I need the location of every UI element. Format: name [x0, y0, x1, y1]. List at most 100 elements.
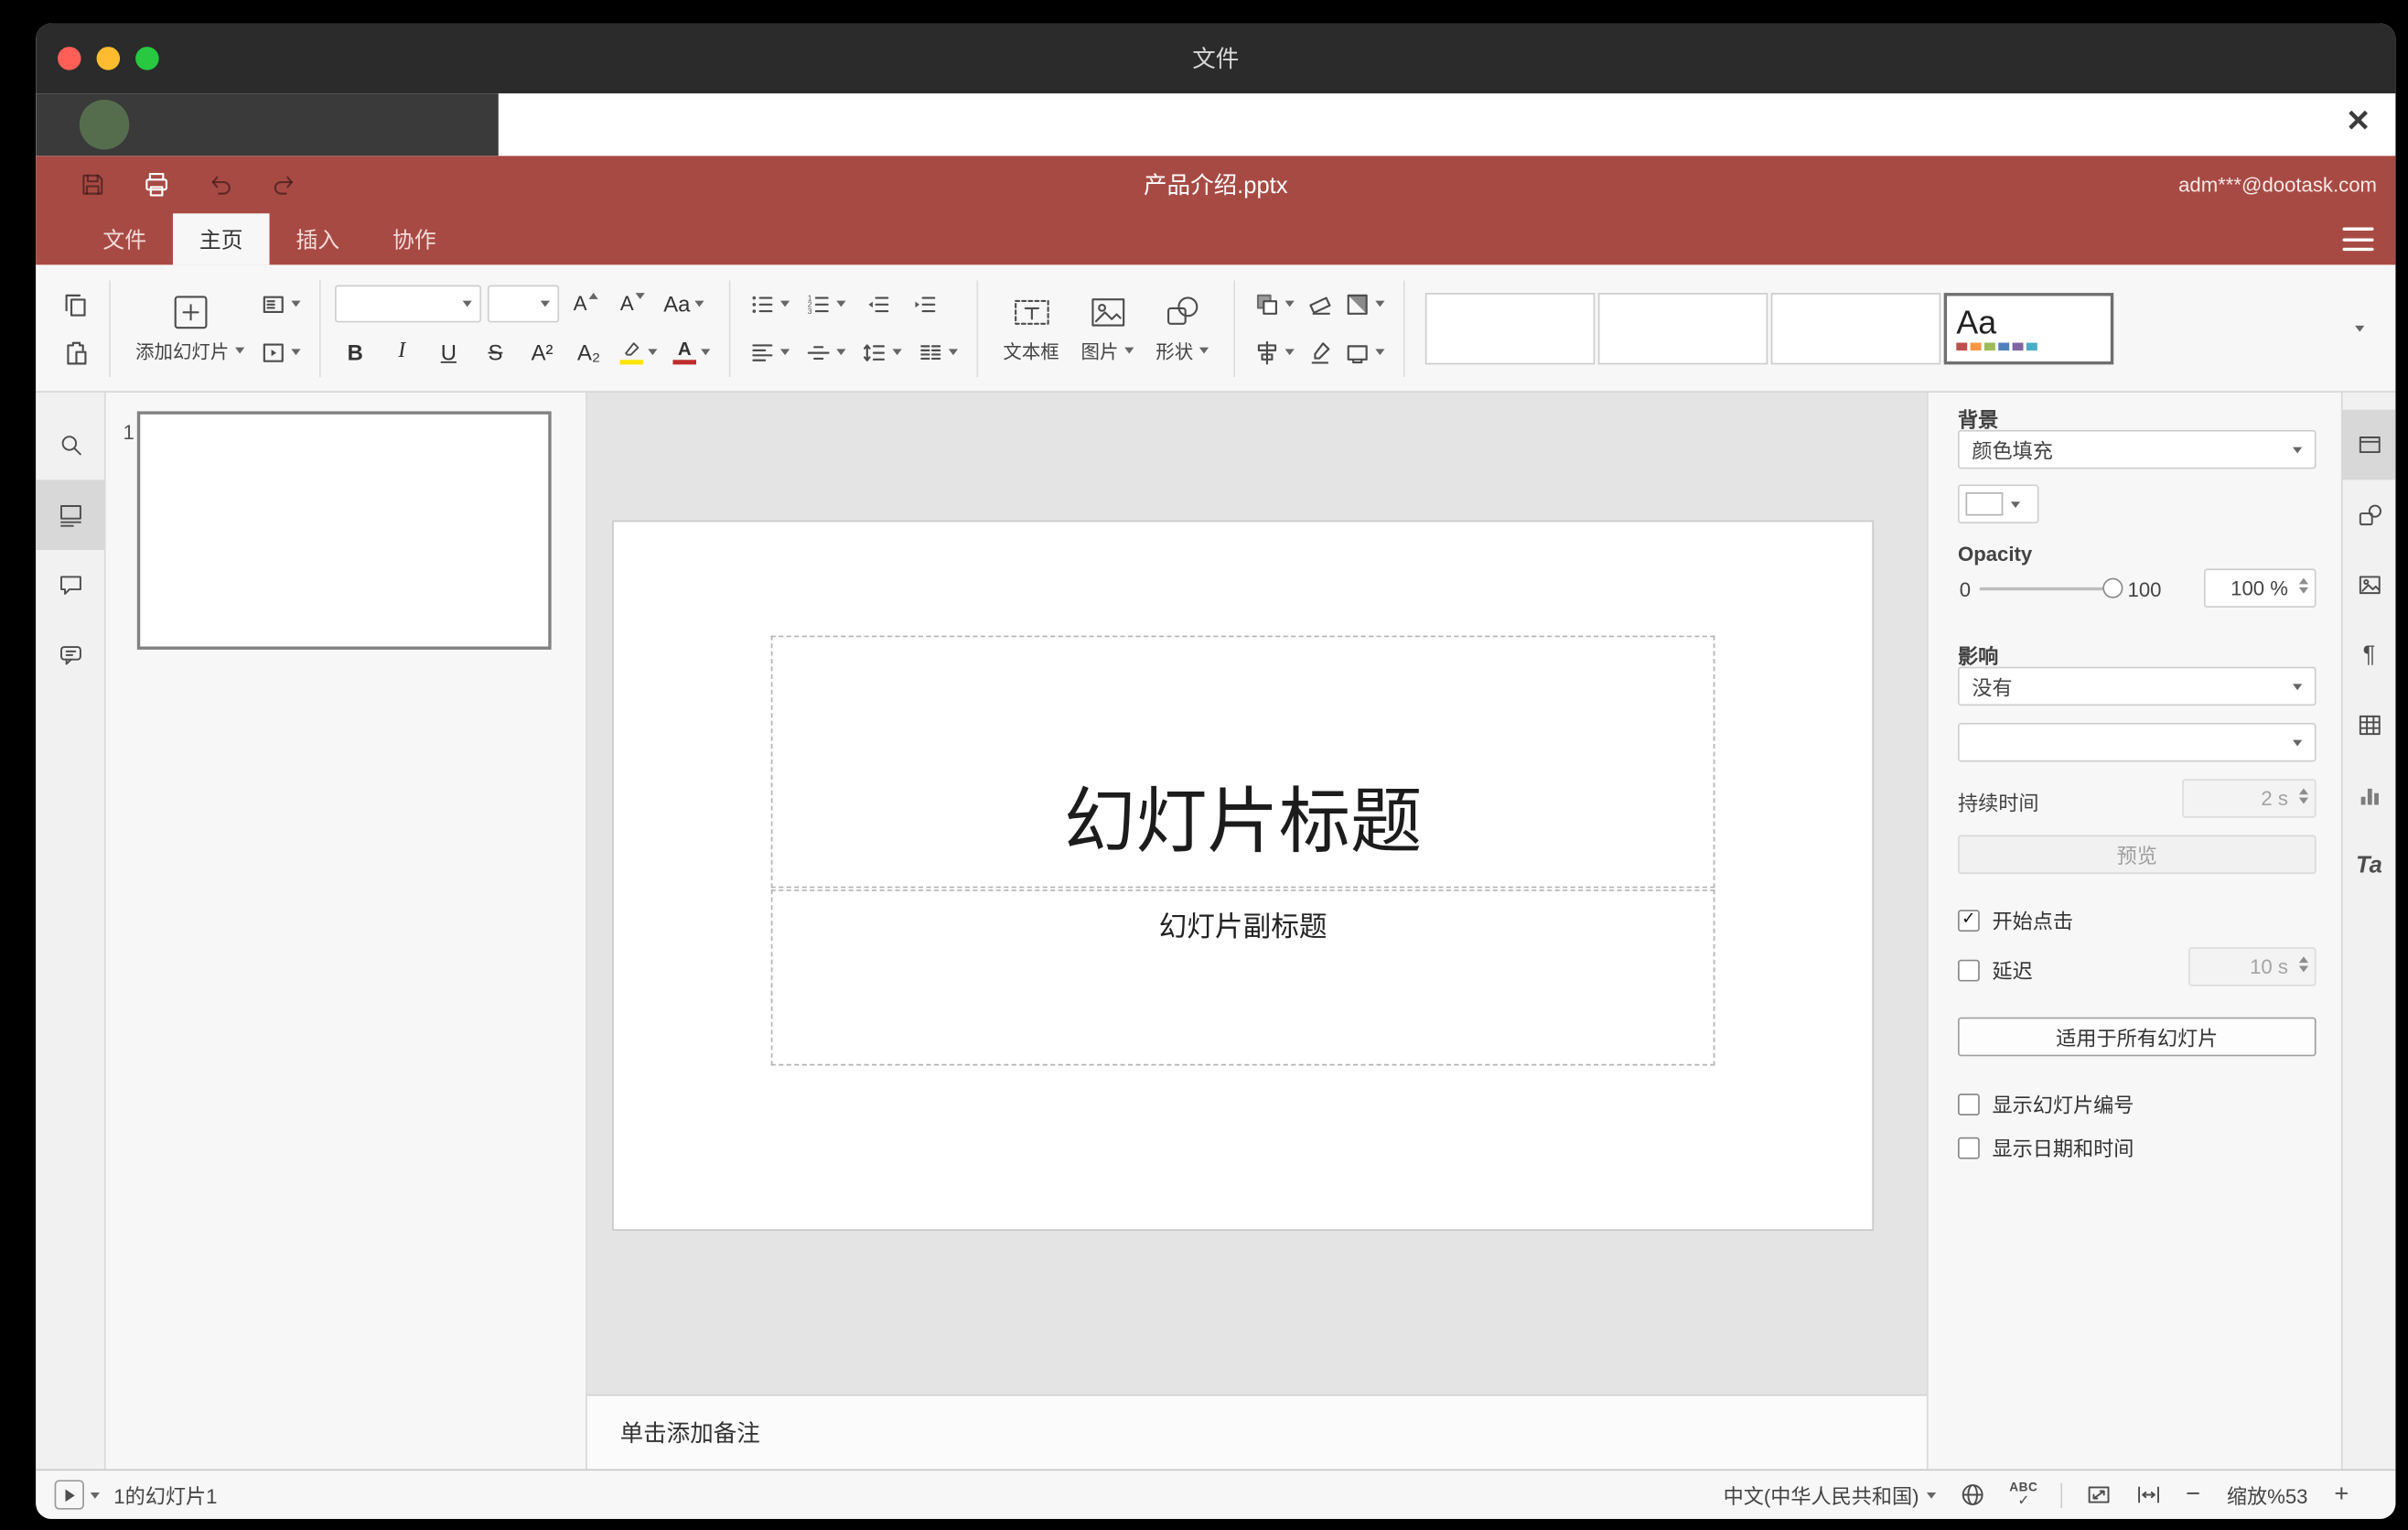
change-slide-layout-button[interactable]	[255, 284, 305, 324]
spellcheck-button[interactable]: ABC ✓	[2009, 1481, 2037, 1508]
chart-settings-button[interactable]	[2343, 760, 2396, 831]
highlight-color-button[interactable]	[615, 332, 661, 372]
close-window-button[interactable]	[57, 47, 81, 70]
table-settings-button[interactable]	[2343, 690, 2396, 760]
chat-button[interactable]	[36, 620, 104, 691]
undo-button[interactable]	[201, 166, 239, 203]
decrease-font-size-button[interactable]: A	[612, 284, 652, 324]
spinner-arrows-icon[interactable]	[2298, 956, 2309, 973]
preview-button[interactable]: 预览	[1957, 835, 2317, 875]
font-size-select[interactable]	[487, 285, 560, 323]
opacity-slider[interactable]	[1979, 587, 2117, 591]
theme-tile[interactable]	[1597, 292, 1768, 364]
insert-textbox-button[interactable]: 文本框	[992, 276, 1070, 379]
show-slide-number-checkbox[interactable]: 显示幻灯片编号	[1957, 1089, 2134, 1118]
minimize-window-button[interactable]	[96, 47, 121, 70]
fit-width-icon	[2138, 1486, 2160, 1503]
slide-settings-button[interactable]	[2342, 409, 2396, 480]
spinner-arrows-icon[interactable]	[2298, 788, 2309, 804]
subscript-button[interactable]: A₂	[568, 332, 608, 372]
numbering-button[interactable]: 123	[801, 284, 850, 324]
tab-insert[interactable]: 插入	[270, 213, 367, 264]
opacity-slider-knob[interactable]	[2102, 577, 2123, 598]
increase-font-size-button[interactable]: A	[565, 284, 606, 324]
copy-style-button[interactable]	[1299, 332, 1339, 372]
tab-collaboration[interactable]: 协作	[366, 213, 463, 264]
theme-tile[interactable]	[1424, 292, 1596, 364]
start-slideshow-button[interactable]	[255, 332, 305, 372]
hamburger-menu-icon[interactable]	[2342, 227, 2374, 252]
zoom-in-button[interactable]: +	[2334, 1481, 2349, 1509]
comments-button[interactable]	[36, 550, 104, 620]
redo-button[interactable]	[264, 166, 302, 203]
align-shape-button[interactable]	[1249, 332, 1298, 372]
superscript-button[interactable]: A²	[521, 332, 562, 372]
horizontal-align-button[interactable]	[745, 332, 794, 372]
delay-checkbox[interactable]: 延迟	[1957, 955, 2033, 985]
strikethrough-button[interactable]: S	[475, 332, 515, 372]
insert-columns-button[interactable]	[913, 332, 962, 372]
insert-image-button[interactable]: 图片	[1070, 276, 1145, 379]
insert-shape-button[interactable]: 形状	[1145, 276, 1220, 379]
bullets-button[interactable]	[745, 284, 794, 324]
theme-tile[interactable]	[1770, 292, 1941, 364]
bold-button[interactable]: B	[335, 332, 375, 372]
fit-to-slide-button[interactable]	[2086, 1482, 2112, 1508]
background-color-picker[interactable]	[1957, 484, 2039, 524]
right-icon-sidebar: ¶ Ta	[2340, 393, 2396, 1470]
color-scheme-button[interactable]	[1339, 284, 1389, 324]
chevron-down-icon	[1285, 300, 1295, 307]
change-case-button[interactable]: Aa	[659, 284, 709, 324]
search-button[interactable]	[36, 410, 104, 480]
slide-settings-panel: 背景 颜色填充 Opacity 0 100 100 % 影响 没有 持续时间 2…	[1926, 393, 2341, 1470]
italic-button[interactable]: I	[382, 332, 422, 372]
font-name-select[interactable]	[335, 285, 482, 323]
zoom-out-button[interactable]: −	[2186, 1481, 2200, 1509]
close-icon[interactable]: ✕	[2346, 104, 2370, 142]
slide-thumbnail[interactable]	[136, 411, 552, 650]
add-slide-button[interactable]: 添加幻灯片	[124, 276, 255, 379]
vertical-align-button[interactable]	[801, 332, 850, 372]
document-language-button[interactable]: 中文(中华人民共和国)	[1724, 1480, 1937, 1509]
font-color-button[interactable]: A	[668, 332, 715, 372]
apply-to-all-slides-button[interactable]: 适用于所有幻灯片	[1957, 1017, 2317, 1057]
set-language-button[interactable]	[1960, 1482, 1986, 1508]
show-date-time-checkbox[interactable]: 显示日期和时间	[1957, 1133, 2134, 1162]
paste-button[interactable]	[55, 332, 95, 372]
decrease-indent-button[interactable]	[856, 284, 897, 324]
background-fill-select[interactable]: 颜色填充	[1957, 429, 2317, 469]
slide-subtitle-placeholder[interactable]: 幻灯片副标题	[770, 889, 1715, 1066]
notes-area[interactable]: 单击添加备注	[586, 1394, 1927, 1470]
tab-file[interactable]: 文件	[76, 213, 173, 264]
slide-size-button[interactable]	[1339, 332, 1389, 372]
textart-settings-button[interactable]: Ta	[2343, 830, 2396, 900]
effect-select[interactable]: 没有	[1957, 666, 2317, 706]
delay-input[interactable]: 10 s	[2188, 947, 2317, 986]
increase-indent-button[interactable]	[903, 284, 943, 324]
slide-title-placeholder[interactable]: 幻灯片标题	[770, 635, 1715, 889]
slide-canvas[interactable]: 幻灯片标题 幻灯片副标题	[586, 393, 1927, 1395]
fit-to-width-button[interactable]	[2136, 1482, 2163, 1508]
copy-button[interactable]	[55, 284, 95, 324]
tab-home[interactable]: 主页	[172, 213, 270, 265]
start-on-click-checkbox[interactable]: ✓ 开始点击	[1957, 905, 2073, 934]
spinner-arrows-icon[interactable]	[2298, 577, 2309, 594]
fullscreen-window-button[interactable]	[135, 47, 159, 70]
clear-style-button[interactable]	[1299, 284, 1339, 324]
opacity-input[interactable]: 100 %	[2203, 568, 2317, 608]
effect-type-select[interactable]	[1957, 722, 2317, 762]
shape-settings-button[interactable]	[2343, 479, 2396, 550]
theme-gallery-expand-button[interactable]	[2339, 292, 2380, 363]
slide[interactable]: 幻灯片标题 幻灯片副标题	[613, 522, 1873, 1230]
line-spacing-button[interactable]	[856, 332, 906, 372]
arrange-shape-button[interactable]	[1249, 284, 1298, 324]
underline-button[interactable]: U	[428, 332, 468, 372]
paragraph-settings-button[interactable]: ¶	[2343, 620, 2396, 691]
theme-tile-selected[interactable]: Aa	[1943, 292, 2114, 364]
print-button[interactable]	[137, 166, 175, 203]
slides-panel-button[interactable]	[36, 479, 105, 550]
start-slideshow-statusbar-button[interactable]	[54, 1480, 100, 1510]
save-button[interactable]	[73, 166, 111, 203]
duration-input[interactable]: 2 s	[2182, 779, 2317, 818]
image-settings-button[interactable]	[2343, 550, 2396, 620]
